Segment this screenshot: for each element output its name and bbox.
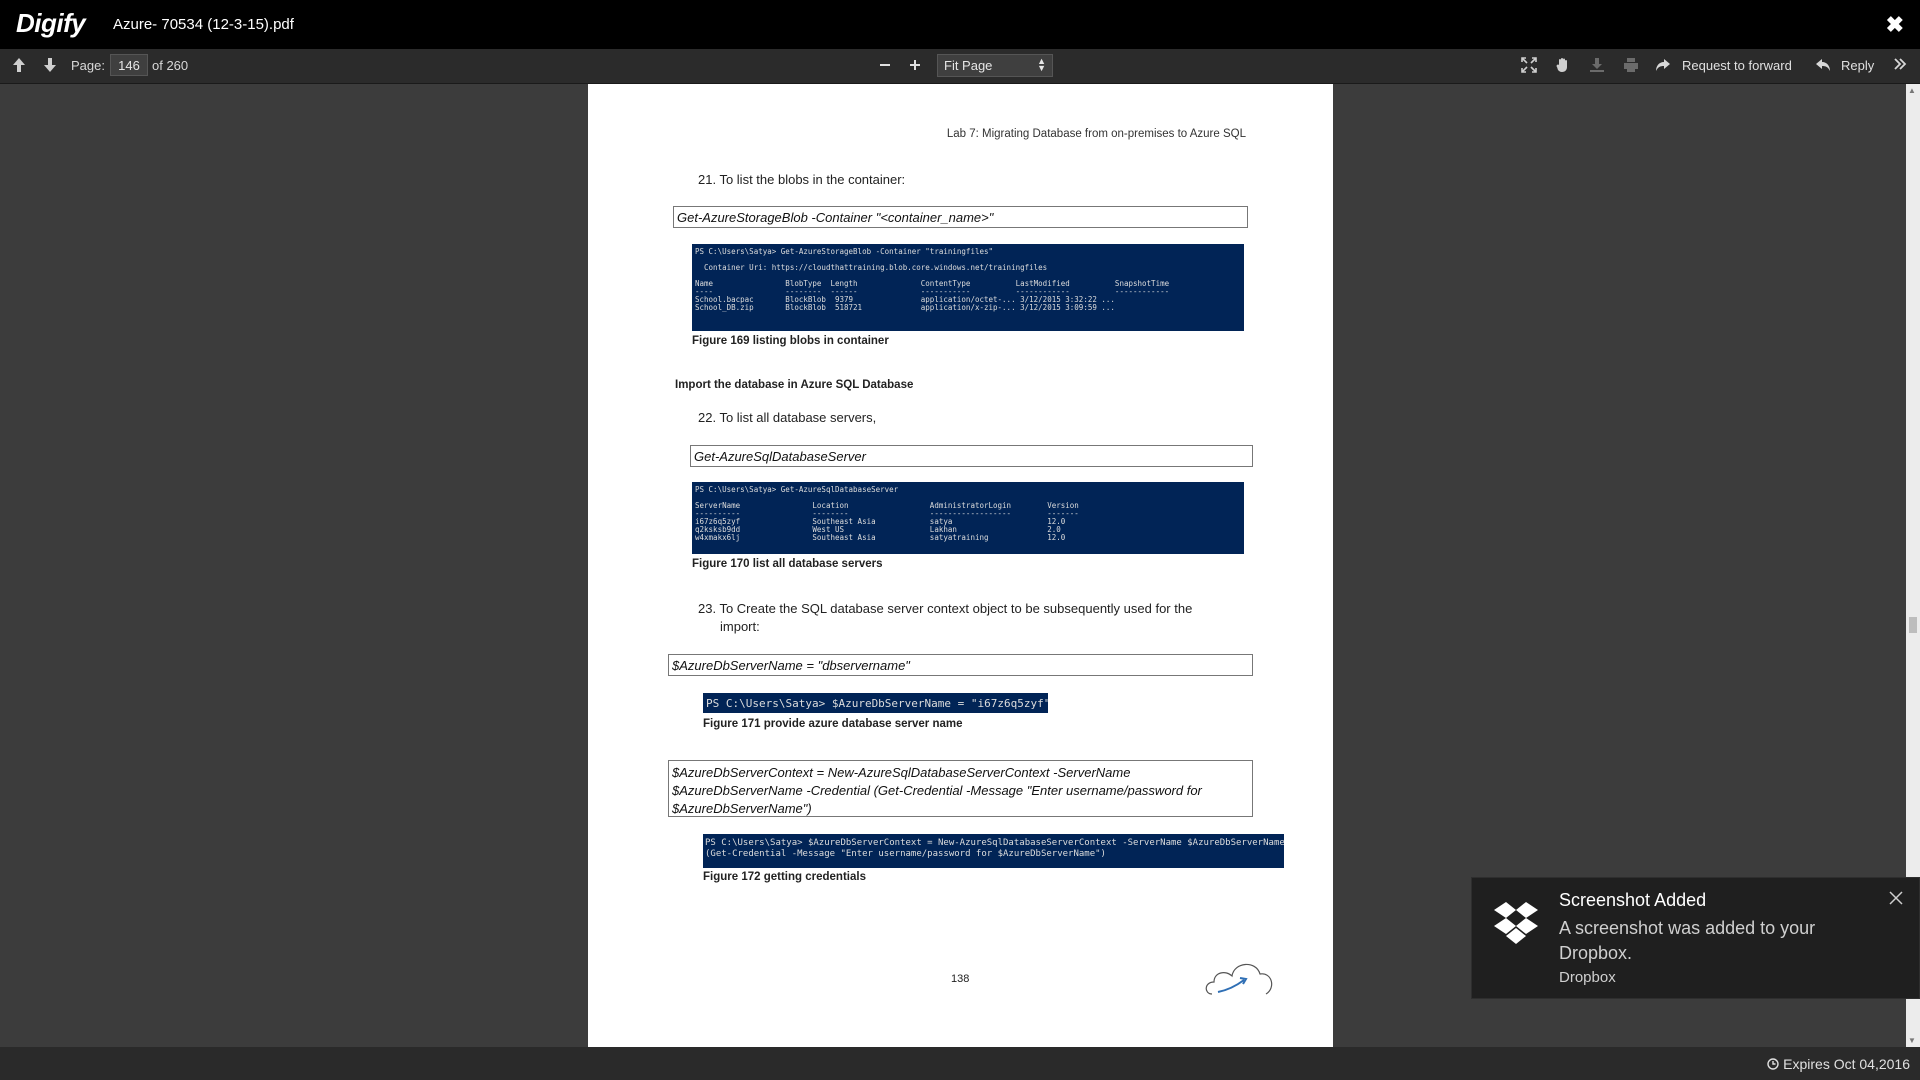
step-23-line1: 23. To Create the SQL database server co… (698, 601, 1193, 616)
toolbar: Page: of 260 Fit Page ▲▼ Request to forw… (0, 49, 1920, 84)
page-label: Page: (71, 58, 105, 73)
zoom-select-value: Fit Page (944, 58, 993, 73)
page-count: of 260 (152, 58, 189, 73)
select-arrows-icon: ▲ ▼ (1037, 56, 1046, 73)
zoom-in-icon[interactable] (909, 58, 921, 72)
pdf-page: Lab 7: Migrating Database from on-premis… (588, 84, 1333, 1047)
close-icon[interactable]: ✖ (1886, 12, 1904, 38)
previous-page-icon[interactable] (11, 57, 27, 73)
page-header: Lab 7: Migrating Database from on-premis… (946, 128, 1246, 140)
digify-logo: Digify (16, 8, 86, 38)
cloud-logo-icon (1204, 954, 1276, 1007)
caption-figure-172: Figure 172 getting credentials (703, 871, 866, 883)
caption-figure-171: Figure 171 provide azure database server… (703, 718, 963, 730)
scroll-down-icon[interactable]: ▼ (1908, 1036, 1916, 1045)
title-bar: Digify Azure- 70534 (12-3-15).pdf ✖ (0, 0, 1920, 49)
terminal-figure-169: PS C:\Users\Satya> Get-AzureStorageBlob … (692, 244, 1244, 331)
step-22: 22. To list all database servers, (698, 410, 877, 425)
request-to-forward-button[interactable]: Request to forward (1682, 58, 1792, 73)
notification-title: Screenshot Added (1559, 890, 1707, 910)
command-box-21: Get-AzureStorageBlob -Container "<contai… (673, 206, 1248, 228)
dropbox-icon (1492, 900, 1540, 951)
caption-figure-170: Figure 170 list all database servers (692, 558, 883, 570)
document-title: Azure- 70534 (12-3-15).pdf (113, 16, 294, 33)
zoom-out-icon[interactable] (879, 58, 891, 72)
more-chevrons-icon[interactable] (1893, 57, 1907, 71)
fullscreen-icon[interactable] (1521, 57, 1537, 73)
command-box-24: $AzureDbServerContext = New-AzureSqlData… (668, 760, 1253, 817)
notification-source: Dropbox (1559, 969, 1616, 986)
page-number: 138 (951, 973, 970, 985)
caption-figure-169: Figure 169 listing blobs in container (692, 335, 889, 347)
notification-body: A screenshot was added to your Dropbox. (1559, 918, 1816, 963)
dropbox-notification[interactable]: Screenshot Added A screenshot was added … (1471, 877, 1920, 999)
clock-icon (1767, 1056, 1783, 1072)
terminal-figure-170: PS C:\Users\Satya> Get-AzureSqlDatabaseS… (692, 482, 1244, 554)
section-heading: Import the database in Azure SQL Databas… (675, 379, 914, 391)
expiry-status: Expires Oct 04,2016 (1767, 1056, 1910, 1072)
page-number-input[interactable] (110, 54, 148, 76)
reply-icon[interactable] (1815, 57, 1831, 73)
pan-hand-icon[interactable] (1555, 57, 1571, 73)
zoom-select[interactable]: Fit Page ▲ ▼ (937, 54, 1053, 77)
status-bar: Expires Oct 04,2016 (0, 1047, 1920, 1080)
download-icon (1589, 57, 1605, 73)
next-page-icon[interactable] (42, 57, 58, 73)
command-box-23: $AzureDbServerName = "dbservername" (668, 654, 1253, 676)
terminal-figure-172: PS C:\Users\Satya> $AzureDbServerContext… (703, 834, 1284, 868)
step-21: 21. To list the blobs in the container: (698, 172, 906, 187)
command-box-22: Get-AzureSqlDatabaseServer (690, 445, 1253, 467)
expiry-text: Expires Oct 04,2016 (1783, 1056, 1910, 1072)
step-23-line2: import: (720, 619, 760, 634)
terminal-figure-171: PS C:\Users\Satya> $AzureDbServerName = … (703, 693, 1048, 713)
reply-button[interactable]: Reply (1841, 58, 1874, 73)
print-icon (1623, 57, 1639, 73)
notification-close-icon[interactable] (1889, 888, 1903, 911)
forward-icon[interactable] (1655, 57, 1671, 73)
scroll-up-icon[interactable]: ▲ (1908, 86, 1916, 95)
scrollbar-thumb[interactable] (1909, 617, 1917, 633)
